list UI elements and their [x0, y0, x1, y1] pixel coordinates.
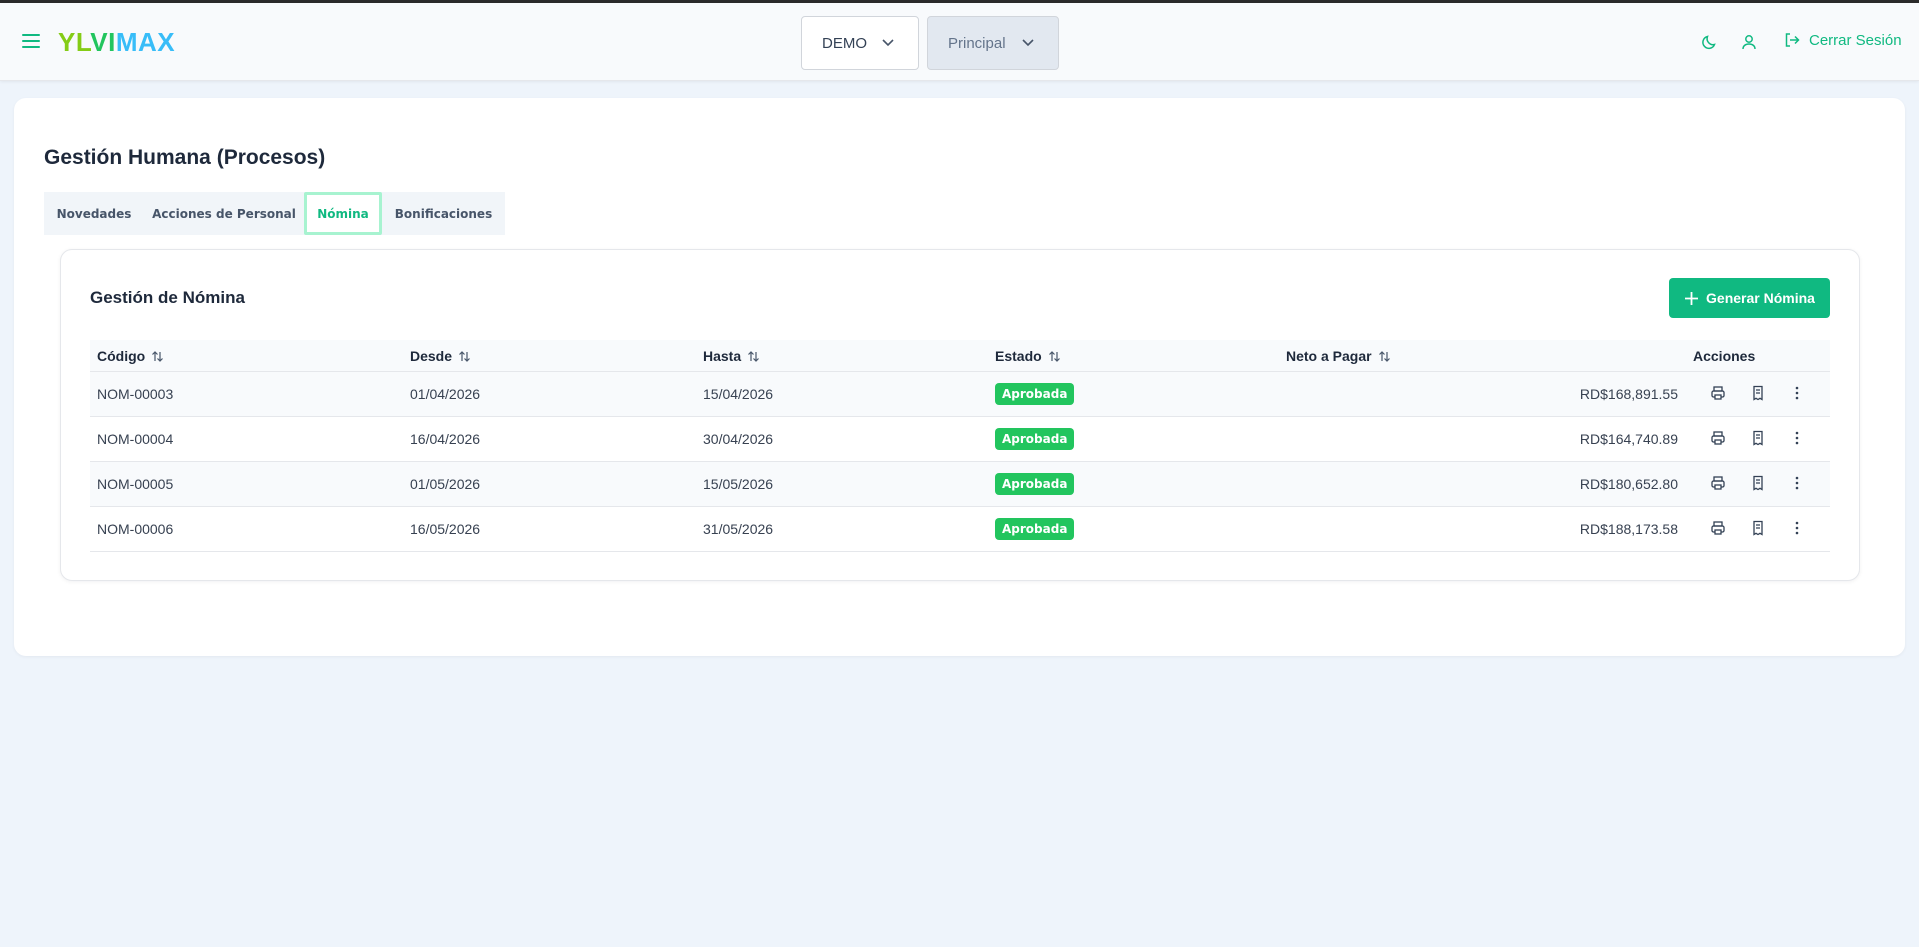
column-label: Estado: [995, 348, 1042, 364]
plus-icon: [1685, 291, 1699, 305]
cell-to: 31/05/2026: [703, 521, 774, 537]
cell-net: RD$188,173.58: [1579, 521, 1678, 537]
table-row[interactable]: NOM-00005 01/05/2026 15/05/2026 Aprobada…: [90, 462, 1830, 507]
table-header: Código Desde Hasta Estado Neto a Pagar A…: [90, 340, 1830, 372]
cell-from: 16/05/2026: [410, 521, 481, 537]
more-options-icon[interactable]: [1789, 385, 1805, 401]
cell-from: 01/05/2026: [410, 476, 481, 492]
status-badge: Aprobada: [995, 383, 1075, 405]
table-row[interactable]: NOM-00003 01/04/2026 15/04/2026 Aprobada…: [90, 372, 1830, 417]
moon-icon[interactable]: [1701, 33, 1719, 51]
chevron-down-icon: [882, 39, 894, 47]
branch-selector[interactable]: Principal: [927, 16, 1059, 70]
column-header-to[interactable]: Hasta: [703, 348, 760, 364]
column-header-actions: Acciones: [1693, 348, 1755, 364]
table-row[interactable]: NOM-00004 16/04/2026 30/04/2026 Aprobada…: [90, 417, 1830, 462]
status-badge: Aprobada: [995, 428, 1075, 450]
table-row[interactable]: NOM-00006 16/05/2026 31/05/2026 Aprobada…: [90, 507, 1830, 552]
column-label: Desde: [410, 348, 453, 364]
app-logo[interactable]: YLVIMAX: [58, 27, 175, 58]
generate-payroll-label: Generar Nómina: [1706, 290, 1815, 306]
cell-code: NOM-00005: [97, 476, 174, 492]
process-tabs: Novedades Acciones de Personal Nómina Bo…: [44, 192, 505, 235]
receipt-icon[interactable]: [1750, 430, 1766, 446]
receipt-icon[interactable]: [1750, 475, 1766, 491]
sort-icon: [748, 350, 760, 362]
sort-icon: [1048, 350, 1060, 362]
cell-to: 15/05/2026: [703, 476, 774, 492]
section-title: Gestión de Nómina: [90, 288, 245, 307]
more-options-icon[interactable]: [1789, 475, 1805, 491]
receipt-icon[interactable]: [1750, 385, 1766, 401]
cell-net: RD$180,652.80: [1579, 476, 1678, 492]
more-options-icon[interactable]: [1789, 430, 1805, 446]
more-options-icon[interactable]: [1789, 520, 1805, 536]
column-header-status[interactable]: Estado: [995, 348, 1061, 364]
tab-novedades[interactable]: Novedades: [44, 192, 144, 235]
status-badge: Aprobada: [995, 473, 1075, 495]
column-label: Neto a Pagar: [1286, 348, 1372, 364]
cell-from: 01/04/2026: [410, 386, 481, 402]
cell-code: NOM-00003: [97, 386, 174, 402]
generate-payroll-button[interactable]: Generar Nómina: [1669, 278, 1830, 318]
payroll-table: Código Desde Hasta Estado Neto a Pagar A…: [90, 340, 1830, 552]
company-selector-value: DEMO: [822, 34, 867, 52]
status-badge: Aprobada: [995, 518, 1075, 540]
cell-code: NOM-00004: [97, 431, 174, 447]
print-icon[interactable]: [1710, 520, 1726, 536]
receipt-icon[interactable]: [1750, 520, 1766, 536]
page-title: Gestión Humana (Procesos): [44, 146, 326, 169]
company-selector[interactable]: DEMO: [801, 16, 919, 70]
branch-selector-value: Principal: [948, 34, 1006, 52]
cell-net: RD$168,891.55: [1579, 386, 1678, 402]
cell-from: 16/04/2026: [410, 431, 481, 447]
print-icon[interactable]: [1710, 475, 1726, 491]
tab-acciones-de-personal[interactable]: Acciones de Personal: [144, 192, 304, 235]
tab-bonificaciones[interactable]: Bonificaciones: [382, 192, 505, 235]
print-icon[interactable]: [1710, 385, 1726, 401]
column-header-code[interactable]: Código: [97, 348, 164, 364]
user-icon[interactable]: [1740, 33, 1758, 51]
column-header-from[interactable]: Desde: [410, 348, 471, 364]
top-bar: YLVIMAX DEMO Principal Cerrar Sesión: [0, 3, 1919, 81]
cell-net: RD$164,740.89: [1579, 431, 1678, 447]
cell-to: 15/04/2026: [703, 386, 774, 402]
logout-icon: [1785, 33, 1800, 47]
column-label: Acciones: [1693, 348, 1756, 364]
cell-code: NOM-00006: [97, 521, 174, 537]
chevron-down-icon: [1022, 39, 1034, 47]
sort-icon: [152, 350, 164, 362]
column-header-net[interactable]: Neto a Pagar: [1286, 348, 1391, 364]
sort-icon: [459, 350, 470, 362]
tab-nomina[interactable]: Nómina: [304, 192, 382, 235]
hamburger-menu-icon[interactable]: [22, 34, 40, 50]
column-label: Código: [97, 348, 146, 364]
column-label: Hasta: [703, 348, 742, 364]
sort-icon: [1378, 350, 1390, 362]
logout-button[interactable]: Cerrar Sesión: [1783, 31, 1902, 49]
logout-label: Cerrar Sesión: [1809, 31, 1902, 49]
cell-to: 30/04/2026: [703, 431, 774, 447]
print-icon[interactable]: [1710, 430, 1726, 446]
